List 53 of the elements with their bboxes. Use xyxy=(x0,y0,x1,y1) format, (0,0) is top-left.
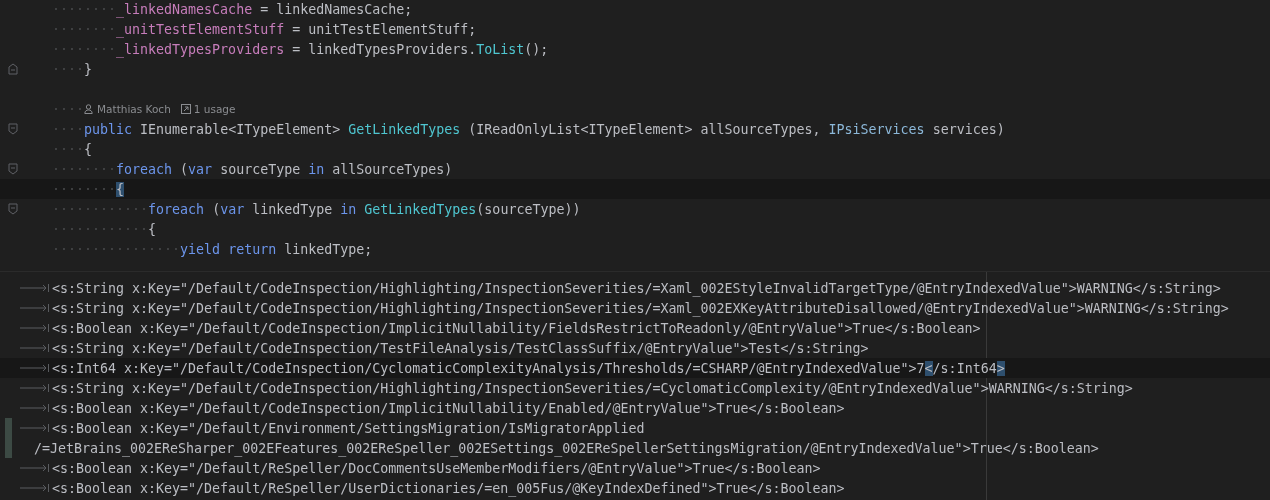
code-line: foreach (var sourceType in allSourceTypes) xyxy=(116,161,453,177)
whitespace-dots: ········ xyxy=(52,1,117,17)
tab-arrow-icon xyxy=(20,284,50,292)
whitespace-dots: ···· xyxy=(52,61,85,77)
fold-icon[interactable] xyxy=(8,203,18,215)
change-marker[interactable] xyxy=(5,418,12,438)
code-line: <s:Boolean x:Key="/Default/ReSpeller/DocCommentsUseMemberModifiers/@EntryValue">True</s:Boolean> xyxy=(52,460,821,476)
whitespace-dots: ···· xyxy=(52,141,85,157)
code-line: _unitTestElementStuff = unitTestElementStuff; xyxy=(116,21,477,37)
change-marker[interactable] xyxy=(5,438,12,458)
code-line: { xyxy=(148,221,157,237)
fold-icon[interactable] xyxy=(8,63,18,75)
code-line: <s:String x:Key="/Default/CodeInspection/Highlighting/InspectionSeverities/=Xaml_002EXKeyAttributeDisallowed/@EntryIndexedValue">WARNING</s:String> xyxy=(52,300,1229,316)
fold-icon[interactable] xyxy=(8,163,18,175)
code-line: <s:String x:Key="/Default/CodeInspection/TestFileAnalysis/TestClassSuffix/@EntryValue">Test</s:String> xyxy=(52,340,869,356)
author-label[interactable]: Matthias Koch xyxy=(97,103,171,115)
tab-arrow-icon xyxy=(20,364,50,372)
tab-arrow-icon xyxy=(20,424,50,432)
code-line: _linkedNamesCache = linkedNamesCache; xyxy=(116,1,413,17)
code-line: <s:String x:Key="/Default/CodeInspection/Highlighting/InspectionSeverities/=CyclomaticComplexity/@EntryIndexedValue">WARNING</s:String> xyxy=(52,380,1133,396)
code-line: public IEnumerable<ITypeElement> GetLinkedTypes (IReadOnlyList<ITypeElement> allSourceTypes, IPsiServices services) xyxy=(84,121,1005,137)
tab-arrow-icon xyxy=(20,324,50,332)
code-line: <s:String x:Key="/Default/CodeInspection/Highlighting/InspectionSeverities/=Xaml_002EStyleInvalidTargetType/@EntryIndexedValue">WARNING</s:String> xyxy=(52,280,1221,296)
tab-arrow-icon xyxy=(20,344,50,352)
code-line: <s:Boolean x:Key="/Default/CodeInspection/ImplicitNullability/FieldsRestrictToReadonly/@EntryValue">True</s:Boolean> xyxy=(52,320,981,336)
tab-arrow-icon xyxy=(20,384,50,392)
whitespace-dots: ········ xyxy=(52,181,117,197)
whitespace-dots: ········ xyxy=(52,161,117,177)
code-line: <s:Boolean x:Key="/Default/ReSpeller/UserDictionaries/=en_005Fus/@KeyIndexDefined">True</s:Boolean> xyxy=(52,480,845,496)
code-line: <s:Boolean x:Key="/Default/CodeInspection/ImplicitNullability/Enabled/@EntryValue">True</s:Boolean> xyxy=(52,400,845,416)
code-line: _linkedTypesProviders = linkedTypesProviders.ToList(); xyxy=(116,41,549,57)
person-icon xyxy=(84,104,94,114)
code-line: /=JetBrains_002EReSharper_002EFeatures_002EReSpeller_002ESettings_002EReSpellerSettingsMigration/@EntryIndexedValue">True</s:Boolean> xyxy=(34,440,1099,456)
code-line: foreach (var linkedType in GetLinkedTypes(sourceType)) xyxy=(148,201,581,217)
whitespace-dots: ············ xyxy=(52,221,149,237)
code-line: <s:Int64 x:Key="/Default/CodeInspection/CyclomaticComplexityAnalysis/Thresholds/=CSHARP/@EntryIndexedValue">7</s:Int64> xyxy=(52,360,1005,376)
code-line: { xyxy=(84,141,93,157)
whitespace-dots: ········ xyxy=(52,21,117,37)
usage-icon xyxy=(180,104,191,114)
tab-arrow-icon xyxy=(20,484,50,492)
tab-arrow-icon xyxy=(20,464,50,472)
whitespace-dots: ········ xyxy=(52,41,117,57)
code-line: yield return linkedType; xyxy=(180,241,373,257)
fold-icon[interactable] xyxy=(8,123,18,135)
whitespace-dots: ···· xyxy=(52,101,85,117)
code-line: } xyxy=(84,61,93,77)
whitespace-dots: ···· xyxy=(52,121,85,137)
tab-arrow-icon xyxy=(20,304,50,312)
usages-link[interactable]: 1 usage xyxy=(193,103,236,115)
tab-arrow-icon xyxy=(20,404,50,412)
code-line: <s:Boolean x:Key="/Default/Environment/SettingsMigration/IsMigratorApplied xyxy=(52,420,645,436)
whitespace-dots: ················ xyxy=(52,241,181,257)
whitespace-dots: ············ xyxy=(52,201,149,217)
